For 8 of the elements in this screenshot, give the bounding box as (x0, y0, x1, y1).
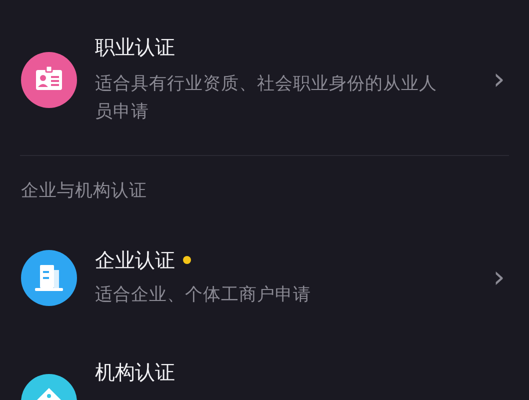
item-description: 适合企业、个体工商户申请 (95, 284, 312, 307)
item-title: 职业认证 (95, 34, 175, 60)
chevron-icon[interactable]: › (493, 263, 513, 293)
item-title: 机构认证 (95, 359, 175, 385)
item-description: 适合具有行业资质、社会职业身份的从业人员申请 (95, 73, 438, 124)
item-title: 企业认证 (95, 247, 175, 273)
chevron-icon[interactable]: › (493, 65, 513, 95)
section-header: 企业与机构认证 (21, 180, 148, 203)
